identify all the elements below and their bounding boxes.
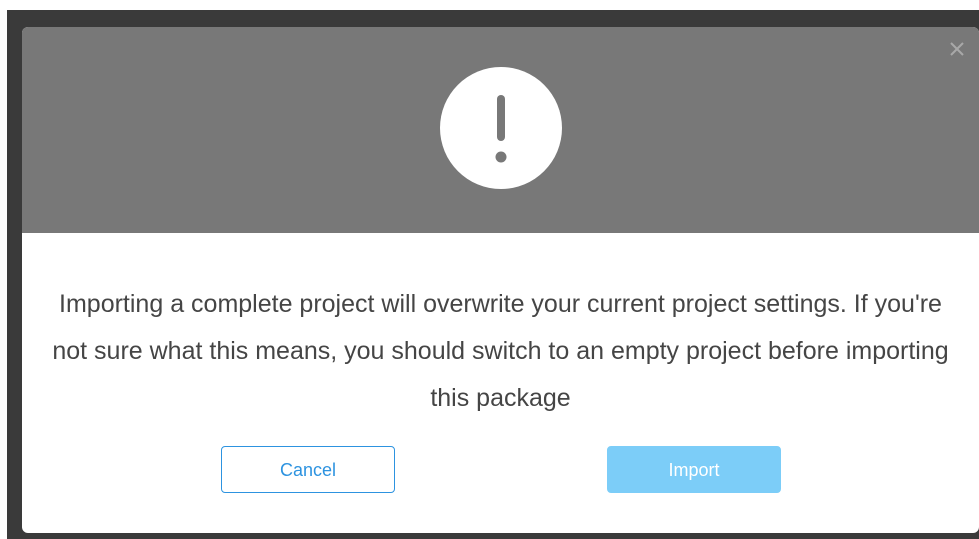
cancel-button[interactable]: Cancel [221, 446, 395, 493]
dialog-message: Importing a complete project will overwr… [52, 290, 949, 412]
import-confirm-dialog: Importing a complete project will overwr… [22, 27, 979, 533]
dialog-header [22, 27, 979, 233]
import-button[interactable]: Import [607, 446, 781, 493]
exclamation-icon [495, 95, 507, 163]
warning-badge [440, 67, 562, 189]
close-icon [950, 42, 964, 56]
close-button[interactable] [947, 39, 967, 59]
